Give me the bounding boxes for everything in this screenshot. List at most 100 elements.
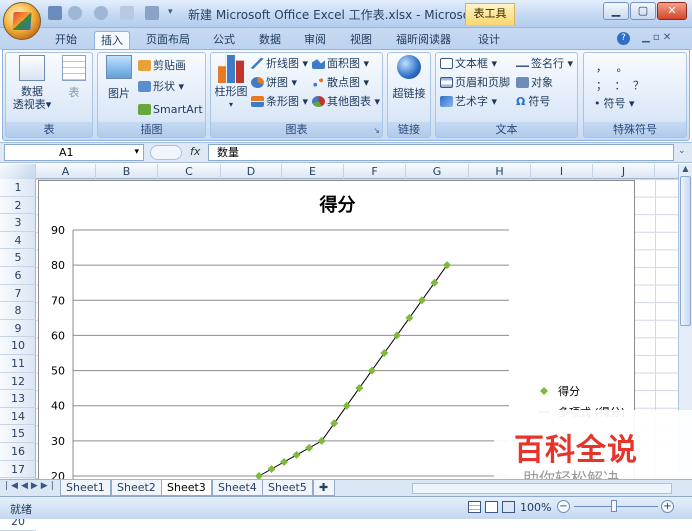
row-header[interactable]: 6: [0, 267, 36, 285]
row-header[interactable]: 10: [0, 337, 36, 355]
tab-formulas[interactable]: 公式: [213, 31, 235, 49]
zoom-in-icon[interactable]: +: [661, 500, 674, 513]
row-header[interactable]: 2: [0, 197, 36, 215]
select-all-button[interactable]: [0, 164, 36, 179]
minimize-button[interactable]: ▁: [603, 2, 629, 20]
help-icon[interactable]: ?: [617, 32, 630, 45]
tab-foxit[interactable]: 福昕阅读器: [396, 31, 451, 49]
row-header[interactable]: 16: [0, 443, 36, 461]
line-chart-button[interactable]: 折线图 ▾: [251, 55, 308, 72]
undo-icon[interactable]: [68, 6, 82, 20]
tab-view[interactable]: 视图: [350, 31, 372, 49]
sheet-tab-3[interactable]: Sheet3: [161, 480, 212, 496]
smartart-button[interactable]: SmartArt: [138, 101, 203, 118]
column-header[interactable]: A: [36, 164, 96, 179]
ribbon-min-icon[interactable]: ▁ ▫ ✕: [642, 32, 671, 43]
row-header[interactable]: 13: [0, 390, 36, 408]
tab-home[interactable]: 开始: [55, 31, 77, 49]
name-box[interactable]: A1 ▾: [4, 144, 144, 161]
zoom-level[interactable]: 100%: [520, 501, 551, 514]
sheet-tab-1[interactable]: Sheet1: [60, 480, 111, 496]
row-header[interactable]: 11: [0, 355, 36, 373]
maximize-button[interactable]: ▢: [630, 2, 656, 20]
formula-input[interactable]: 数量: [208, 144, 674, 161]
header-footer-button[interactable]: 页眉和页脚: [440, 74, 510, 91]
legend-label: 得分: [558, 385, 580, 398]
pivot-table-button[interactable]: 数据 透视表▾: [10, 55, 54, 111]
insert-sheet-icon[interactable]: ✚: [313, 480, 335, 496]
area-chart-button[interactable]: 面积图 ▾: [312, 55, 369, 72]
sheet-tab-4[interactable]: Sheet4: [212, 480, 263, 496]
zoom-slider-thumb[interactable]: [611, 500, 617, 512]
redo-icon[interactable]: [94, 6, 108, 20]
special-symbol-button[interactable]: • 符号 ▾: [594, 95, 635, 112]
column-header[interactable]: F: [344, 164, 406, 179]
data-point: [317, 436, 326, 445]
customize-icon[interactable]: [145, 6, 159, 20]
pie-chart-button[interactable]: 饼图 ▾: [251, 74, 297, 91]
new-icon[interactable]: [120, 6, 134, 20]
row-header[interactable]: 12: [0, 373, 36, 391]
row-header[interactable]: 4: [0, 232, 36, 250]
column-header[interactable]: B: [96, 164, 158, 179]
tab-data[interactable]: 数据: [259, 31, 281, 49]
chevron-down-icon[interactable]: ▾: [134, 145, 139, 160]
scatter-chart-button[interactable]: 散点图 ▾: [312, 74, 369, 91]
scroll-thumb[interactable]: [680, 176, 691, 326]
object-button[interactable]: 对象: [516, 74, 553, 91]
dialog-launcher-icon[interactable]: ↘: [373, 126, 380, 135]
table-button[interactable]: 表: [58, 55, 90, 99]
formula-function-slider[interactable]: [150, 145, 182, 160]
column-header[interactable]: G: [406, 164, 469, 179]
column-header[interactable]: D: [221, 164, 282, 179]
column-header[interactable]: C: [158, 164, 221, 179]
tab-page-layout[interactable]: 页面布局: [146, 31, 190, 49]
normal-view-icon[interactable]: [468, 501, 481, 513]
y-tick-label: 30: [51, 435, 65, 448]
signature-line-button[interactable]: 签名行 ▾: [516, 55, 573, 72]
other-charts-button[interactable]: 其他图表 ▾: [312, 93, 380, 110]
row-header[interactable]: 5: [0, 249, 36, 267]
special-symbols-row2[interactable]: ； ： ？: [596, 77, 646, 94]
row-header[interactable]: 8: [0, 302, 36, 320]
save-icon[interactable]: [48, 6, 62, 20]
wordart-button[interactable]: 艺术字 ▾: [440, 93, 497, 110]
row-header[interactable]: 15: [0, 425, 36, 443]
data-point: [443, 261, 451, 270]
tab-design[interactable]: 设计: [478, 31, 500, 49]
column-header[interactable]: H: [469, 164, 531, 179]
page-break-view-icon[interactable]: [502, 501, 515, 513]
symbol-button[interactable]: Ω 符号: [516, 93, 550, 110]
row-header[interactable]: 3: [0, 214, 36, 232]
scroll-up-icon[interactable]: ▲: [680, 164, 691, 175]
sheet-tab-5[interactable]: Sheet5: [262, 480, 313, 496]
sheet-tab-2[interactable]: Sheet2: [111, 480, 162, 496]
qat-dropdown-icon[interactable]: ▾: [168, 7, 173, 17]
shapes-button[interactable]: 形状 ▾: [138, 78, 184, 95]
column-header[interactable]: E: [282, 164, 344, 179]
row-header[interactable]: 14: [0, 408, 36, 426]
clipart-button[interactable]: 剪贴画: [138, 57, 186, 74]
row-header[interactable]: 9: [0, 320, 36, 338]
office-button[interactable]: [3, 2, 41, 40]
tab-review[interactable]: 审阅: [304, 31, 326, 49]
row-header[interactable]: 17: [0, 461, 36, 479]
zoom-out-icon[interactable]: −: [557, 500, 570, 513]
sheet-nav-icons[interactable]: |◀◀▶▶|: [5, 481, 57, 491]
column-header[interactable]: I: [531, 164, 593, 179]
bar-chart-button[interactable]: 条形图 ▾: [251, 93, 308, 110]
column-chart-button[interactable]: 柱形图 ▾: [213, 55, 249, 111]
textbox-button[interactable]: 文本框 ▾: [440, 55, 497, 72]
horizontal-scrollbar[interactable]: [412, 483, 672, 494]
close-button[interactable]: ✕: [657, 2, 687, 20]
row-header[interactable]: 7: [0, 285, 36, 303]
fx-icon[interactable]: fx: [190, 145, 200, 158]
tab-insert[interactable]: 插入: [94, 31, 130, 49]
row-header[interactable]: 1: [0, 179, 36, 197]
column-header[interactable]: J: [593, 164, 655, 179]
hyperlink-button[interactable]: 超链接: [390, 55, 428, 100]
page-layout-view-icon[interactable]: [485, 501, 498, 513]
special-symbols-row1[interactable]: ， 。: [596, 59, 631, 76]
picture-button[interactable]: 图片: [102, 55, 136, 100]
expand-formula-icon[interactable]: ⌄: [678, 146, 686, 156]
